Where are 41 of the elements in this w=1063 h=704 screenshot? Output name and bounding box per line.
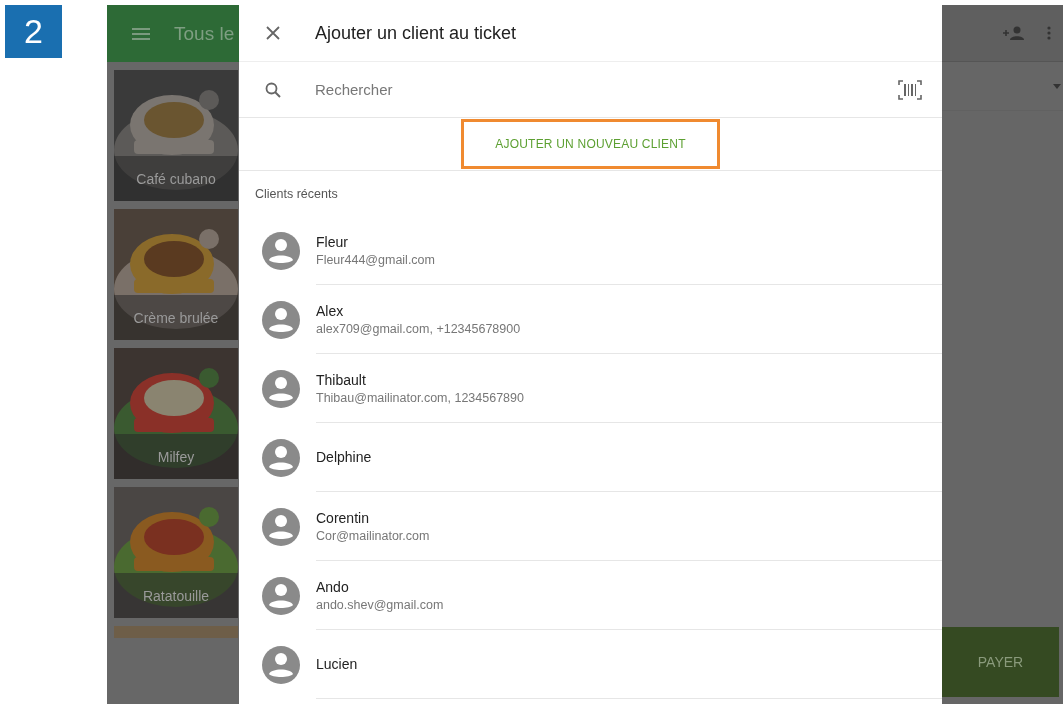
client-row[interactable]: Fleur Fleur444@gmail.com bbox=[239, 216, 942, 285]
product-name: Ratatouille bbox=[114, 573, 238, 618]
app-title: Tous le bbox=[174, 22, 235, 45]
section-label: Clients récents bbox=[254, 185, 339, 203]
client-name: Alex bbox=[316, 302, 345, 319]
client-row[interactable]: Corentin Cor@mailinator.com bbox=[239, 492, 942, 561]
client-name: Ando bbox=[316, 578, 350, 595]
client-name: Corentin bbox=[316, 509, 370, 526]
client-row[interactable]: Lucien bbox=[239, 630, 942, 699]
avatar-icon bbox=[262, 369, 300, 408]
client-name: Thibault bbox=[316, 371, 367, 388]
client-name: Delphine bbox=[316, 449, 373, 465]
client-row[interactable]: Alex alex709@gmail.com, +12345678900 bbox=[239, 285, 942, 354]
avatar-icon bbox=[262, 645, 300, 684]
close-icon[interactable] bbox=[266, 26, 280, 40]
barcode-scanner-icon[interactable] bbox=[898, 79, 922, 100]
client-contact: Cor@mailinator.com bbox=[316, 528, 431, 543]
dropdown-icon[interactable] bbox=[1053, 83, 1061, 89]
menu-icon[interactable] bbox=[132, 27, 150, 40]
client-row[interactable]: Ando ando.shev@gmail.com bbox=[239, 561, 942, 630]
step-badge: 2 bbox=[5, 5, 62, 58]
client-name: Lucien bbox=[316, 656, 359, 672]
client-contact: alex709@gmail.com, +12345678900 bbox=[316, 321, 522, 336]
product-name: Café cubano bbox=[114, 156, 238, 201]
avatar-icon bbox=[262, 576, 300, 615]
client-row[interactable]: Delphine bbox=[239, 423, 942, 492]
client-contact: Fleur444@gmail.com bbox=[316, 252, 436, 267]
add-person-icon[interactable] bbox=[1003, 26, 1025, 40]
product-name: Crème brulée bbox=[114, 295, 238, 340]
avatar-icon bbox=[262, 300, 300, 339]
client-name: Fleur bbox=[316, 233, 349, 250]
avatar-icon bbox=[262, 231, 300, 270]
client-row[interactable]: Thibault Thibau@mailinator.com, 1234567890 bbox=[239, 354, 942, 423]
more-icon[interactable] bbox=[1047, 26, 1051, 40]
dialog-title: Ajouter un client au ticket bbox=[315, 22, 517, 44]
client-contact: Thibau@mailinator.com, 1234567890 bbox=[316, 390, 525, 405]
avatar-icon bbox=[262, 438, 300, 477]
avatar-icon bbox=[262, 507, 300, 546]
client-contact: ando.shev@gmail.com bbox=[316, 597, 445, 612]
product-name: Milfey bbox=[114, 434, 238, 479]
search-icon bbox=[265, 81, 281, 98]
